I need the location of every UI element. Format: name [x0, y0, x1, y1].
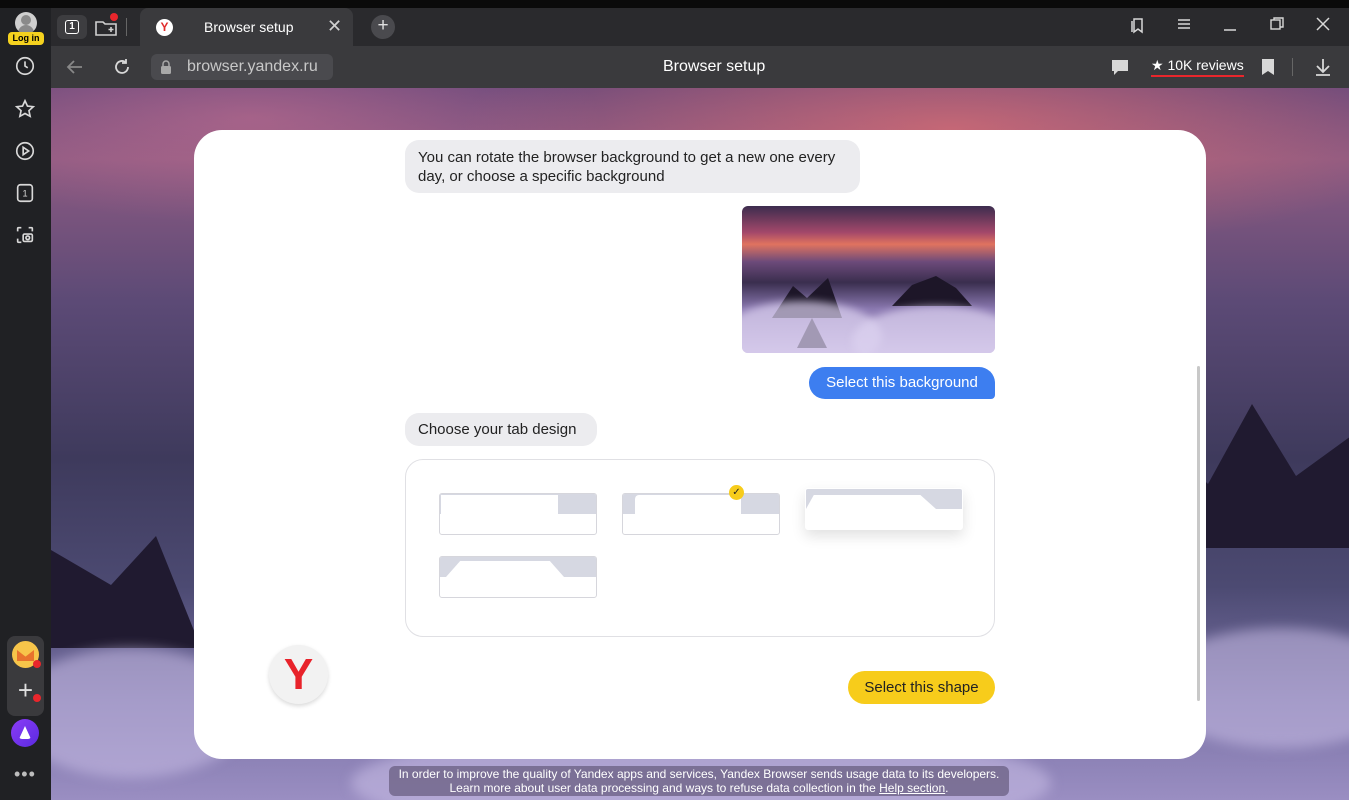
hamburger-icon [1178, 19, 1190, 29]
yandex-favicon-icon: Y [156, 19, 173, 36]
alice-assistant-icon[interactable] [11, 719, 39, 747]
select-background-button[interactable]: Select this background [809, 367, 995, 399]
tab-shape-option[interactable] [439, 556, 597, 598]
login-button[interactable]: Log in [7, 12, 45, 46]
restore-button[interactable] [1265, 16, 1289, 40]
media-button[interactable] [8, 134, 42, 168]
tab-count-button[interactable]: 1 [57, 15, 87, 39]
more-icon[interactable]: ••• [14, 764, 36, 785]
tab-count-label: 1 [65, 20, 79, 34]
avatar [15, 12, 37, 34]
new-group-notification-dot [110, 13, 118, 21]
url-field[interactable]: browser.yandex.ru [151, 54, 333, 80]
tab-shapes-panel [405, 459, 995, 637]
tabs-panel-button[interactable]: 1 [8, 176, 42, 210]
minimize-button[interactable] [1218, 16, 1242, 40]
setup-dialog: You can rotate the browser background to… [194, 130, 1206, 759]
star-icon [14, 98, 36, 118]
screenshot-icon [16, 226, 34, 244]
back-button[interactable] [62, 54, 88, 80]
lock-icon [161, 60, 171, 74]
notice-line2: Learn more about user data processing an… [389, 781, 1009, 795]
yandex-logo-icon: Y [269, 645, 328, 704]
address-bar-divider [1292, 58, 1293, 76]
window-top-strip [0, 0, 1349, 8]
close-window-button[interactable] [1311, 16, 1335, 40]
restore-icon [1270, 17, 1284, 30]
reload-button[interactable] [109, 54, 135, 80]
downloads-button[interactable] [1312, 56, 1334, 78]
download-icon [1316, 59, 1330, 76]
dialog-scrollbar[interactable] [1197, 366, 1200, 701]
tab-browser-setup[interactable]: Y Browser setup ✕ [140, 8, 353, 46]
message-tab-design: Choose your tab design [405, 413, 597, 446]
bookmark-icon [1262, 59, 1274, 75]
menu-button[interactable] [1172, 16, 1196, 40]
notice-line1: In order to improve the quality of Yande… [398, 767, 1000, 781]
sidebar-apps-group: + [7, 636, 44, 716]
address-bar: browser.yandex.ru Browser setup ★ 10K re… [51, 46, 1349, 88]
url-text: browser.yandex.ru [187, 58, 318, 75]
message-background: You can rotate the browser background to… [405, 140, 860, 193]
background-preview-image[interactable] [742, 206, 995, 353]
bookmark-button[interactable] [1257, 56, 1279, 78]
bookmarks-button[interactable] [8, 92, 42, 126]
usage-data-notice: In order to improve the quality of Yande… [389, 766, 1009, 796]
tab-count-icon: 1 [16, 183, 34, 203]
clock-icon [15, 56, 35, 76]
notice-line2-text: Learn more about user data processing an… [449, 781, 876, 795]
collections-icon [1131, 18, 1143, 34]
comment-icon [1112, 60, 1128, 75]
reload-icon [115, 59, 129, 74]
collections-button[interactable] [1126, 16, 1150, 40]
tab-divider [126, 18, 127, 36]
selected-check-icon: ✓ [729, 485, 744, 500]
mail-notification-dot [33, 660, 41, 668]
notice-end: . [945, 781, 949, 795]
help-section-link[interactable]: Help section [879, 781, 945, 795]
add-app-notification-dot [33, 694, 41, 702]
tab-shape-option[interactable] [439, 493, 597, 535]
arrow-left-icon [66, 60, 82, 74]
play-icon [15, 141, 35, 161]
close-icon [1316, 17, 1330, 31]
comments-button[interactable] [1109, 56, 1131, 78]
new-tab-group-button[interactable] [93, 13, 119, 40]
page-title: Browser setup [663, 58, 766, 75]
reviews-link[interactable]: ★ 10K reviews [1151, 57, 1244, 77]
svg-text:1: 1 [22, 189, 27, 199]
screenshot-button[interactable] [8, 218, 42, 252]
new-tab-button[interactable]: + [371, 15, 395, 39]
select-shape-button[interactable]: Select this shape [848, 671, 995, 704]
close-tab-icon[interactable]: ✕ [327, 16, 342, 37]
minimize-icon [1224, 29, 1236, 31]
page-content: You can rotate the browser background to… [51, 88, 1349, 800]
tab-shape-option[interactable] [622, 493, 780, 535]
login-label: Log in [8, 32, 44, 45]
background-mountain [51, 536, 201, 648]
tab-bar: 1 Y Browser setup ✕ + [51, 8, 1349, 46]
tab-title: Browser setup [204, 19, 294, 35]
history-button[interactable] [8, 49, 42, 83]
tab-shape-option-selected[interactable] [805, 488, 963, 530]
sidebar: Log in 1 + [0, 8, 51, 800]
